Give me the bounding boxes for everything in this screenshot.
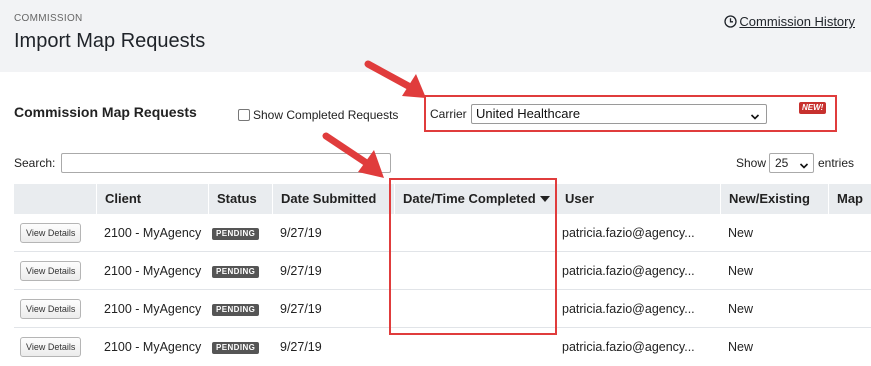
commission-history-link[interactable]: Commission History: [724, 14, 855, 29]
sort-descending-icon: [540, 196, 550, 202]
date-submitted-cell: 9/27/19: [280, 226, 322, 240]
status-cell: PENDING: [208, 214, 272, 252]
new-existing-cell: New: [728, 340, 754, 354]
view-details-button[interactable]: View Details: [20, 261, 82, 281]
status-cell: PENDING: [208, 252, 272, 290]
chevron-down-icon: [750, 109, 760, 127]
new-existing-cell: New: [728, 302, 754, 316]
user-cell: patricia.fazio@agency...: [562, 302, 695, 316]
new-existing-cell: New: [728, 226, 754, 240]
client-cell: 2100 - MyAgency: [104, 340, 202, 354]
status-badge: PENDING: [212, 228, 260, 240]
completed-cell: [394, 214, 556, 252]
column-header-user[interactable]: User: [556, 184, 720, 214]
date-submitted-cell: 9/27/19: [280, 264, 322, 278]
show-completed-toggle[interactable]: Show Completed Requests: [238, 108, 398, 122]
entries-show-label: Show: [736, 156, 767, 170]
table-row: View Details 2100 - MyAgency PENDING 9/2…: [14, 252, 871, 290]
carrier-label: Carrier: [430, 107, 467, 121]
status-cell: PENDING: [208, 328, 272, 366]
page-title: Import Map Requests: [14, 30, 206, 52]
column-header-status[interactable]: Status: [208, 184, 272, 214]
section-label: COMMISSION: [14, 13, 83, 24]
view-details-button[interactable]: View Details: [20, 223, 82, 243]
client-cell: 2100 - MyAgency: [104, 302, 202, 316]
show-completed-label: Show Completed Requests: [253, 108, 399, 122]
clock-icon: [724, 15, 738, 28]
date-submitted-cell: 9/27/19: [280, 302, 322, 316]
completed-cell: [394, 328, 556, 366]
status-badge: PENDING: [212, 304, 260, 316]
date-submitted-cell: 9/27/19: [280, 340, 322, 354]
client-cell: 2100 - MyAgency: [104, 264, 202, 278]
search-label: Search:: [14, 156, 56, 170]
column-header-new-existing[interactable]: New/Existing: [720, 184, 828, 214]
search-input[interactable]: [61, 153, 391, 173]
view-details-button[interactable]: View Details: [20, 299, 82, 319]
column-header-action: [14, 184, 96, 214]
status-badge: PENDING: [212, 342, 260, 354]
client-cell: 2100 - MyAgency: [104, 226, 202, 240]
carrier-selected-value: United Healthcare: [476, 106, 581, 121]
show-completed-checkbox[interactable]: [238, 109, 250, 121]
new-badge: NEW!: [799, 102, 827, 114]
user-cell: patricia.fazio@agency...: [562, 226, 695, 240]
chevron-down-icon: [799, 158, 809, 176]
entries-select[interactable]: 25: [769, 153, 814, 173]
new-existing-cell: New: [728, 264, 754, 278]
completed-cell: [394, 252, 556, 290]
view-details-button[interactable]: View Details: [20, 337, 82, 357]
column-header-date-submitted[interactable]: Date Submitted: [272, 184, 394, 214]
entries-selected-value: 25: [775, 156, 789, 170]
table-header: Client Status Date Submitted Date/Time C…: [14, 184, 871, 214]
completed-cell: [394, 290, 556, 328]
column-header-map[interactable]: Map: [828, 184, 871, 214]
entries-suffix-label: entries: [818, 156, 855, 170]
table-row: View Details 2100 - MyAgency PENDING 9/2…: [14, 328, 871, 366]
carrier-select[interactable]: United Healthcare: [471, 104, 767, 124]
user-cell: patricia.fazio@agency...: [562, 264, 695, 278]
status-cell: PENDING: [208, 290, 272, 328]
column-header-client[interactable]: Client: [96, 184, 208, 214]
status-badge: PENDING: [212, 266, 260, 278]
commission-history-label: Commission History: [739, 14, 855, 29]
table-row: View Details 2100 - MyAgency PENDING 9/2…: [14, 214, 871, 252]
section-title: Commission Map Requests: [14, 104, 197, 120]
column-header-label: Date/Time Completed: [403, 191, 536, 206]
column-header-date-time-completed[interactable]: Date/Time Completed: [394, 184, 556, 214]
table-row: View Details 2100 - MyAgency PENDING 9/2…: [14, 290, 871, 328]
page-header: COMMISSION Import Map Requests Commissio…: [0, 0, 871, 72]
user-cell: patricia.fazio@agency...: [562, 340, 695, 354]
